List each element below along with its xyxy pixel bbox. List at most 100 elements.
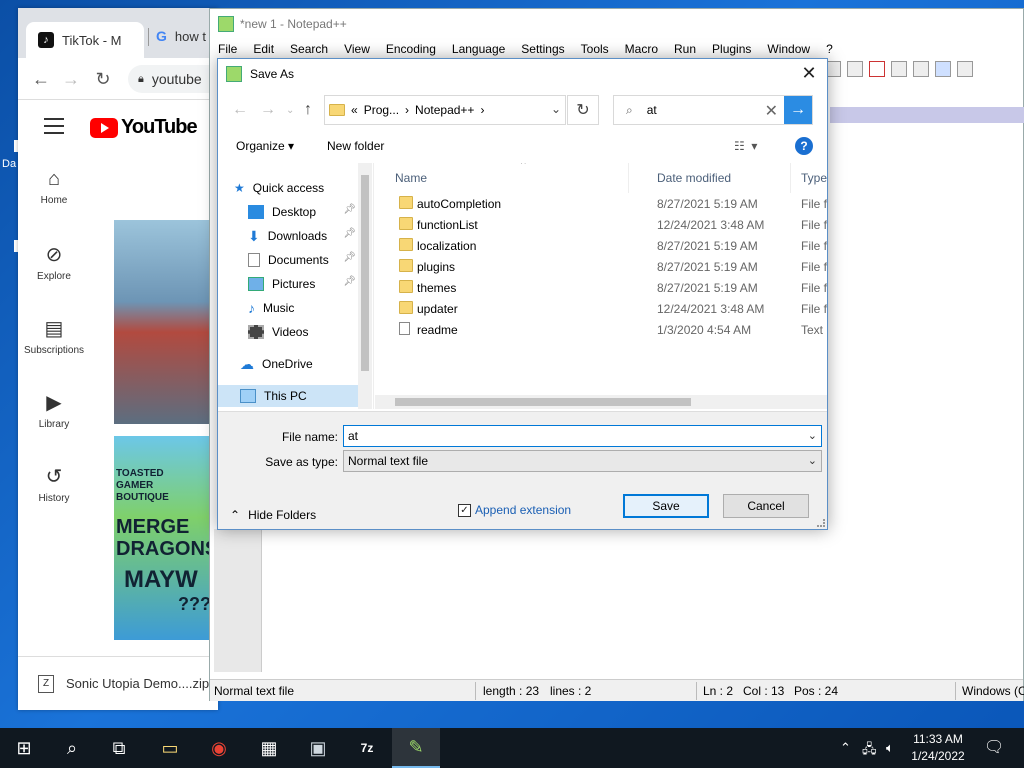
refresh-button[interactable]: ↻	[567, 95, 599, 125]
network-icon[interactable]: 🖧︎	[862, 740, 877, 762]
column-header-name[interactable]: Name ^	[385, 163, 629, 193]
menu-view[interactable]: View	[336, 39, 378, 59]
menu-icon[interactable]	[44, 118, 64, 139]
forward-arrow-icon[interactable]: →	[260, 101, 276, 119]
menu-tools[interactable]: Tools	[573, 39, 617, 59]
horizontal-scrollbar[interactable]	[375, 395, 827, 409]
calculator-icon[interactable]: ▦	[257, 736, 281, 760]
notepad-title-bar[interactable]: *new 1 - Notepad++	[210, 9, 1023, 39]
search-icon[interactable]: ⌕	[60, 736, 84, 760]
nav-pictures[interactable]: Pictures 📌︎	[218, 273, 358, 295]
menu-encoding[interactable]: Encoding	[378, 39, 444, 59]
search-input[interactable]: ⌕ at ✕ →	[613, 95, 813, 125]
address-overflow[interactable]: «	[351, 103, 358, 117]
7zip-icon[interactable]: 7z	[355, 736, 379, 760]
tab-google[interactable]: G how t	[156, 22, 206, 50]
chevron-right-icon[interactable]: ›	[405, 103, 409, 117]
stop-macro-icon[interactable]	[891, 61, 907, 77]
address-bar[interactable]: 🔒︎ youtube	[128, 65, 218, 93]
save-macro-icon[interactable]	[957, 61, 973, 77]
column-header-date[interactable]: Date modified	[647, 163, 791, 193]
chevron-down-icon[interactable]: ⌄	[808, 426, 817, 446]
pin-icon[interactable]: 📌︎	[343, 252, 356, 263]
sidebar-item-library[interactable]: ▶ Library	[18, 390, 90, 430]
pin-icon[interactable]: 📌︎	[343, 276, 356, 287]
menu-window[interactable]: Window	[759, 39, 818, 59]
column-header-type[interactable]: Type	[791, 163, 827, 193]
menu-help[interactable]: ?	[818, 39, 841, 59]
notepad-plus-plus-icon[interactable]: ✎	[392, 728, 440, 768]
file-name-input[interactable]: at ⌄	[343, 425, 822, 447]
chevron-down-icon[interactable]: ⌄	[808, 451, 817, 471]
nav-music[interactable]: ♪ Music	[218, 297, 358, 319]
volume-muted-icon[interactable]: 🔈︎	[886, 740, 894, 756]
pin-icon[interactable]: 📌︎	[343, 228, 356, 239]
breadcrumb-segment[interactable]: Notepad++	[415, 103, 474, 117]
hide-folders-toggle[interactable]: ⌃ Hide Folders	[230, 508, 316, 522]
checkbox-checked-icon[interactable]: ✓	[458, 503, 471, 517]
file-row[interactable]: autoCompletion 8/27/2021 5:19 AM File fo	[375, 193, 827, 214]
video-thumbnail-2[interactable]: TOASTED GAMER BOUTIQUE MERGE DRAGONS MAY…	[114, 436, 218, 640]
reload-icon[interactable]: ↻	[92, 68, 114, 90]
dialog-title-bar[interactable]: Save As	[218, 59, 827, 89]
change-view-icon[interactable]: ☷ ▾	[734, 139, 757, 153]
forward-arrow-icon[interactable]: →	[60, 68, 82, 90]
nav-documents[interactable]: Documents 📌︎	[218, 249, 358, 271]
nav-this-pc[interactable]: This PC	[218, 385, 358, 407]
chevron-right-icon[interactable]: ›	[480, 103, 484, 117]
task-view-icon[interactable]: ⧉	[107, 736, 131, 760]
download-item[interactable]: Sonic Utopia Demo....zip	[66, 676, 209, 691]
file-row[interactable]: themes 8/27/2021 5:19 AM File fo	[375, 277, 827, 298]
scrollbar-thumb[interactable]	[361, 175, 369, 371]
play-macro-icon[interactable]	[913, 61, 929, 77]
menu-language[interactable]: Language	[444, 39, 513, 59]
menu-run[interactable]: Run	[666, 39, 704, 59]
organize-menu[interactable]: Organize ▾	[236, 139, 294, 153]
search-go-button[interactable]: →	[784, 96, 812, 124]
save-type-select[interactable]: Normal text file ⌄	[343, 450, 822, 472]
desktop-icon-label[interactable]: Da	[2, 158, 16, 170]
record-macro-icon[interactable]	[869, 61, 885, 77]
up-arrow-icon[interactable]: ↑	[304, 101, 312, 119]
chevron-down-icon[interactable]: ⌄	[551, 102, 561, 116]
sidebar-item-explore[interactable]: ⊘ Explore	[18, 242, 90, 282]
system-clock[interactable]: 11:33 AM 1/24/2022	[908, 731, 968, 765]
recent-locations-chevron-icon[interactable]: ⌄	[286, 105, 294, 116]
breadcrumb-segment[interactable]: Prog...	[364, 103, 399, 117]
sidebar-item-history[interactable]: ↺ History	[18, 464, 90, 504]
save-button[interactable]: Save	[623, 494, 709, 518]
back-arrow-icon[interactable]: ←	[232, 101, 248, 119]
menu-file[interactable]: File	[210, 39, 245, 59]
chevron-up-icon[interactable]: ⌃	[840, 740, 851, 756]
append-extension-checkbox[interactable]: ✓ Append extension	[458, 503, 571, 517]
menu-edit[interactable]: Edit	[245, 39, 282, 59]
chrome-icon[interactable]: ◉	[207, 736, 231, 760]
resize-grip[interactable]	[817, 519, 825, 527]
tab-tiktok[interactable]: ♪ TikTok - M	[26, 22, 144, 58]
video-thumbnail[interactable]	[114, 220, 218, 424]
run-macro-multiple-icon[interactable]	[935, 61, 951, 77]
menu-settings[interactable]: Settings	[513, 39, 572, 59]
cancel-button[interactable]: Cancel	[723, 494, 809, 518]
new-folder-button[interactable]: New folder	[327, 139, 384, 153]
file-explorer-icon[interactable]: ▭	[158, 736, 182, 760]
back-arrow-icon[interactable]: ←	[30, 68, 52, 90]
nav-quick-access[interactable]: ★ Quick access	[234, 177, 374, 199]
nav-videos[interactable]: Videos	[218, 321, 358, 343]
close-icon[interactable]: ✕	[799, 64, 819, 84]
youtube-logo[interactable]: YouTube	[90, 116, 198, 139]
sidebar-item-subscriptions[interactable]: ▤ Subscriptions	[18, 316, 90, 356]
nav-desktop[interactable]: Desktop 📌︎	[218, 201, 358, 223]
scrollbar-thumb[interactable]	[395, 398, 691, 406]
windows-start-icon[interactable]: ⊞	[12, 736, 36, 760]
sidebar-item-home[interactable]: ⌂ Home	[18, 168, 90, 206]
nav-downloads[interactable]: ⬇ Downloads 📌︎	[218, 225, 358, 247]
menu-search[interactable]: Search	[282, 39, 336, 59]
cloud-icon[interactable]	[847, 61, 863, 77]
file-row[interactable]: plugins 8/27/2021 5:19 AM File fo	[375, 256, 827, 277]
menu-macro[interactable]: Macro	[617, 39, 666, 59]
control-panel-icon[interactable]: ▣	[306, 736, 330, 760]
clear-search-icon[interactable]: ✕	[765, 101, 778, 121]
file-row[interactable]: updater 12/24/2021 3:48 AM File fo	[375, 298, 827, 319]
navigation-scrollbar[interactable]	[358, 163, 372, 409]
